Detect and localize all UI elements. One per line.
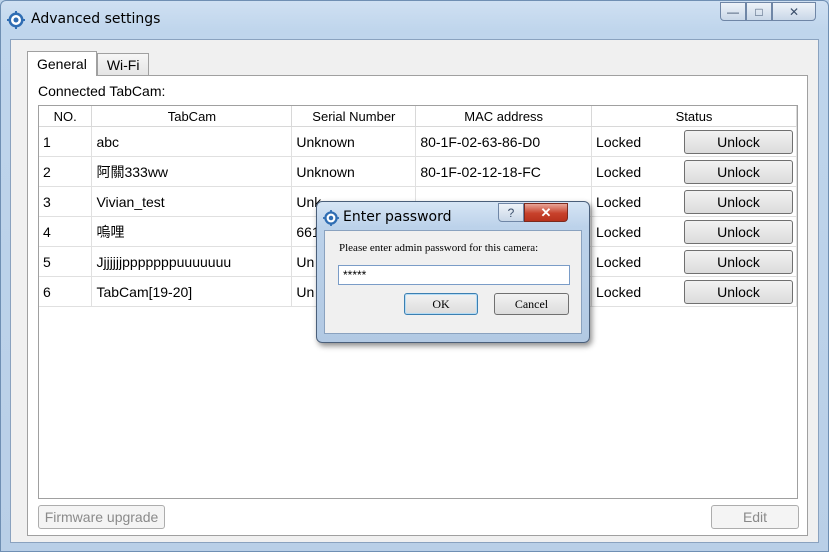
col-header-tabcam[interactable]: TabCam <box>91 106 293 127</box>
table-header-row: NO. TabCam Serial Number MAC address Sta… <box>39 106 797 127</box>
unlock-button[interactable]: Unlock <box>684 159 794 184</box>
row-serial: Unknown <box>291 156 417 187</box>
row-tabcam-name: 嗚哩 <box>91 216 293 247</box>
row-tabcam-name: Jjjjjjjpppppppuuuuuuu <box>91 246 293 277</box>
firmware-upgrade-button[interactable]: Firmware upgrade <box>38 505 165 529</box>
enter-password-dialog: Enter password ? ✕ Please enter admin pa… <box>316 201 590 343</box>
row-status-cell: Locked Unlock <box>591 186 797 217</box>
row-number: 1 <box>39 126 93 157</box>
row-status-cell: Locked Unlock <box>591 126 797 157</box>
help-icon: ? <box>507 205 515 220</box>
col-header-no[interactable]: NO. <box>39 106 93 127</box>
row-number: 5 <box>39 246 93 277</box>
tab-strip: General Wi-Fi <box>27 51 150 76</box>
table-row[interactable]: 1 abc Unknown 80-1F-02-63-86-D0 Locked Un… <box>39 126 797 157</box>
row-status-cell: Locked Unlock <box>591 216 797 247</box>
row-status-cell: Locked Unlock <box>591 246 797 277</box>
col-header-status[interactable]: Status <box>591 106 797 127</box>
close-icon: ✕ <box>788 4 800 19</box>
row-mac: 80-1F-02-63-86-D0 <box>415 126 593 157</box>
row-status-cell: Locked Unlock <box>591 276 797 307</box>
unlock-button[interactable]: Unlock <box>684 189 794 214</box>
help-button[interactable]: ? <box>498 203 524 222</box>
tab-wifi[interactable]: Wi-Fi <box>96 53 150 76</box>
close-button[interactable]: ✕ <box>772 2 816 21</box>
row-number: 2 <box>39 156 93 187</box>
dialog-body: Please enter admin password for this cam… <box>324 230 582 334</box>
unlock-button[interactable]: Unlock <box>684 279 794 304</box>
maximize-button[interactable]: □ <box>746 2 772 21</box>
row-status: Locked <box>596 193 642 210</box>
gear-icon <box>323 210 339 226</box>
gear-icon <box>7 11 25 29</box>
row-status: Locked <box>596 133 642 150</box>
window-title: Advanced settings <box>31 11 161 27</box>
close-icon: ✕ <box>540 204 552 220</box>
dialog-message: Please enter admin password for this cam… <box>339 242 539 254</box>
row-number: 4 <box>39 216 93 247</box>
row-tabcam-name: Vivian_test <box>91 186 293 217</box>
minimize-button[interactable]: — <box>720 2 746 21</box>
row-mac: 80-1F-02-12-18-FC <box>415 156 593 187</box>
row-serial: Unknown <box>291 126 417 157</box>
unlock-button[interactable]: Unlock <box>684 219 794 244</box>
minimize-icon: — <box>727 4 739 19</box>
password-input[interactable]: ***** <box>338 265 570 285</box>
col-header-mac[interactable]: MAC address <box>415 106 593 127</box>
maximize-icon: □ <box>755 4 763 19</box>
unlock-button[interactable]: Unlock <box>684 129 794 154</box>
row-status-cell: Locked Unlock <box>591 156 797 187</box>
row-tabcam-name: abc <box>91 126 293 157</box>
title-bar[interactable]: Advanced settings — □ ✕ <box>1 1 828 39</box>
table-row[interactable]: 2 阿關333ww Unknown 80-1F-02-12-18-FC Lock… <box>39 156 797 187</box>
ok-button[interactable]: OK <box>404 293 478 315</box>
dialog-close-button[interactable]: ✕ <box>524 203 568 222</box>
cancel-button[interactable]: Cancel <box>494 293 569 315</box>
dialog-title: Enter password <box>343 209 452 225</box>
row-tabcam-name: TabCam[19-20] <box>91 276 293 307</box>
unlock-button[interactable]: Unlock <box>684 249 794 274</box>
tab-general[interactable]: General <box>27 51 97 76</box>
edit-button[interactable]: Edit <box>711 505 799 529</box>
row-status: Locked <box>596 283 642 300</box>
row-tabcam-name: 阿關333ww <box>91 156 293 187</box>
col-header-serial[interactable]: Serial Number <box>291 106 417 127</box>
row-status: Locked <box>596 253 642 270</box>
row-status: Locked <box>596 223 642 240</box>
connected-tabcam-label: Connected TabCam: <box>38 83 166 99</box>
row-number: 6 <box>39 276 93 307</box>
row-status: Locked <box>596 163 642 180</box>
row-number: 3 <box>39 186 93 217</box>
